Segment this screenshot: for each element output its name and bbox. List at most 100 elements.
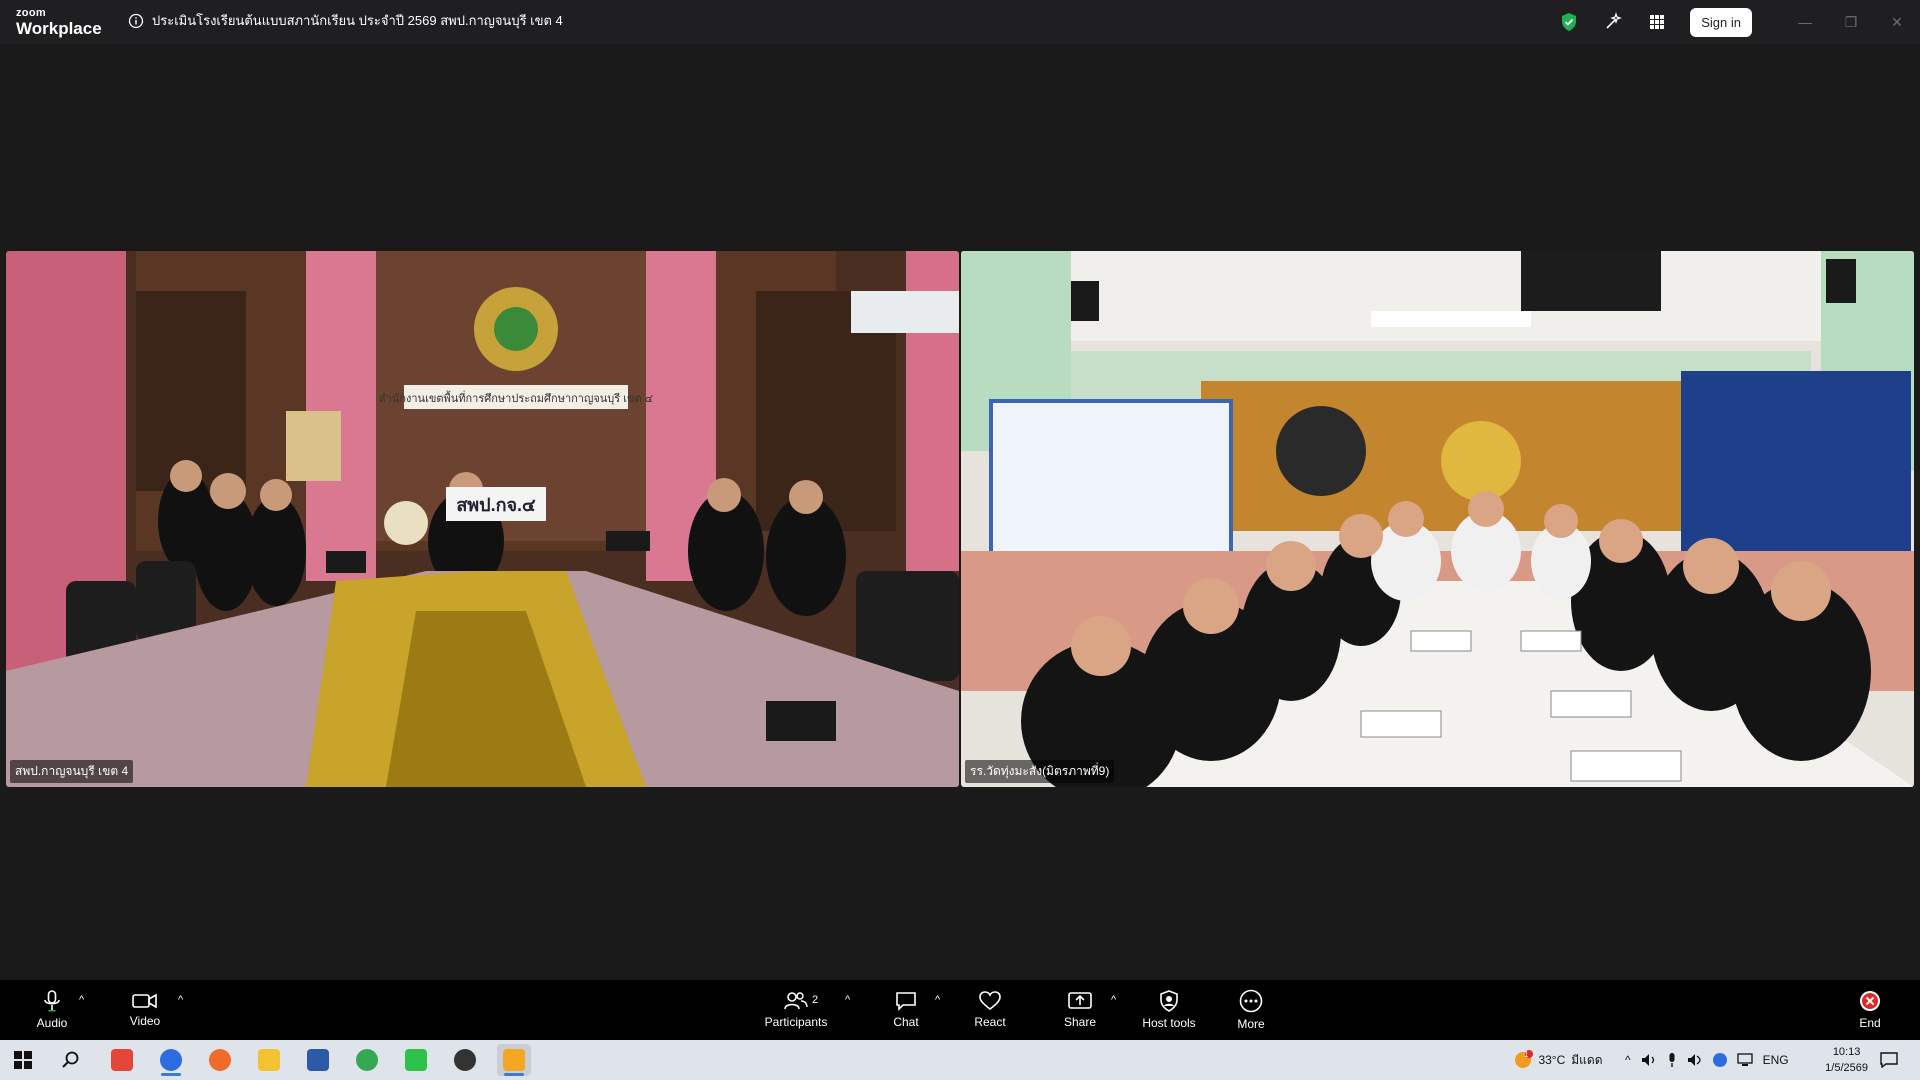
participants-options-caret[interactable]: ^ [845,994,850,1006]
clock-time: 10:13 [1832,1046,1861,1058]
chat-bubble-icon [896,992,916,1011]
folder-icon [258,1049,280,1071]
video-tile-participant[interactable]: รร.วัดทุ่งมะสัง(มิตรภาพที่9) [961,251,1914,787]
video-options-caret[interactable]: ^ [178,994,183,1006]
end-call-icon [1860,991,1880,1011]
weather-text: มีแดด [1571,1052,1603,1067]
participants-button[interactable]: Participants [760,980,832,1040]
share-label: Share [1063,1015,1097,1029]
meeting-info[interactable]: ประเมินโรงเรียนต้นแบบสภานักเรียน ประจำปี… [128,10,563,31]
logo-big-text: Workplace [16,19,102,38]
network-icon[interactable] [1736,1053,1753,1067]
info-icon[interactable] [128,13,144,29]
classroom-video [961,251,1914,787]
participant-name-label: รร.วัดทุ่งมะสัง(มิตรภาพที่9) [965,760,1115,783]
taskbar-app-active[interactable] [497,1044,531,1076]
apps-grid-icon[interactable] [1646,11,1668,33]
microphone-tray-icon[interactable] [1667,1053,1677,1067]
sign-in-button[interactable]: Sign in [1690,7,1752,37]
taskbar-app-firefox[interactable] [203,1044,237,1076]
share-options-caret[interactable]: ^ [1111,994,1116,1006]
video-tile-host[interactable]: สำนักงานเขตพื้นที่การศึกษาประถมศึกษากาญจ… [6,251,959,787]
active-indicator [161,1073,181,1076]
participants-icon [784,992,808,1010]
participants-count: 2 [812,994,819,1006]
weather-widget[interactable]: 1 33°C มีแดด [1512,1040,1603,1080]
video-button[interactable]: Video [120,980,170,1040]
firefox-icon [209,1049,231,1071]
search-icon [62,1051,79,1068]
notification-icon [1880,1052,1898,1068]
meeting-title: ประเมินโรงเรียนต้นแบบสภานักเรียน ประจำปี… [152,13,563,28]
taskbar-app-obs[interactable] [448,1044,482,1076]
notifications-button[interactable] [1872,1044,1906,1076]
participants-label: Participants [764,1015,828,1029]
taskbar-app-zoom[interactable] [154,1044,188,1076]
start-button[interactable] [6,1044,40,1076]
chat-button[interactable]: Chat [886,980,926,1040]
security-shield-icon[interactable] [1558,11,1580,33]
zoom-logo: zoom Workplace [16,7,102,38]
react-button[interactable]: React [970,980,1010,1040]
tray-chevron-icon[interactable]: ^ [1625,1053,1631,1067]
video-stage: สำนักงานเขตพื้นที่การศึกษาประถมศึกษากาญจ… [0,44,1920,980]
chat-options-caret[interactable]: ^ [935,994,940,1006]
clock-date: 1/5/2569 [1825,1062,1868,1074]
zoom-app-icon [160,1049,182,1071]
minimize-button[interactable]: — [1782,0,1828,44]
meeting-controls-bar: Audio ^ Video ^ Participants 2 ^ Chat ^ … [0,980,1920,1040]
host-tools-label: Host tools [1142,1016,1196,1030]
restore-button[interactable]: ❐ [1828,0,1874,44]
share-screen-icon [1068,992,1092,1009]
logo-small-text: zoom [16,7,46,19]
audio-label: Audio [36,1016,68,1030]
microphone-icon [44,990,60,1012]
taskbar-app-swift[interactable] [105,1044,139,1076]
slides-app-icon [503,1049,525,1071]
more-dots-icon [1239,989,1263,1013]
taskbar-clock[interactable]: 10:13 1/5/2569 [1825,1044,1868,1076]
chrome-icon [356,1049,378,1071]
windows-logo-icon [14,1051,32,1069]
swift-app-icon [111,1049,133,1071]
language-indicator[interactable]: ENG [1763,1053,1789,1067]
heart-icon [979,991,1001,1011]
audio-options-caret[interactable]: ^ [79,994,84,1006]
video-camera-icon [132,993,157,1009]
title-bar: zoom Workplace ประเมินโรงเรียนต้นแบบสภาน… [0,0,1920,44]
close-window-button[interactable]: ✕ [1874,0,1920,44]
taskbar-app-line[interactable] [399,1044,433,1076]
volume-icon[interactable] [1687,1053,1703,1067]
active-indicator [504,1073,524,1076]
meeting-room-video: สำนักงานเขตพื้นที่การศึกษาประถมศึกษากาญจ… [6,251,959,787]
zoom-tray-icon[interactable] [1712,1053,1727,1067]
host-tools-button[interactable]: Host tools [1138,980,1200,1040]
obs-icon [454,1049,476,1071]
windows-taskbar: 1 33°C มีแดด ^ ENG 10:13 1/5/2569 [0,1040,1920,1080]
speaker-icon[interactable] [1641,1053,1657,1067]
video-label: Video [129,1014,161,1028]
room-sign-text: สำนักงานเขตพื้นที่การศึกษาประถมศึกษากาญจ… [379,390,653,405]
line-icon [405,1049,427,1071]
taskbar-app-chrome[interactable] [350,1044,384,1076]
end-button[interactable]: End [1852,980,1888,1040]
sun-weather-icon [1515,1050,1533,1068]
taskbar-app-explorer[interactable] [252,1044,286,1076]
end-label: End [1859,1016,1881,1030]
weather-badge: 1 [1524,1049,1529,1059]
more-button[interactable]: More [1232,980,1270,1040]
weather-temp: 33°C [1538,1053,1566,1067]
ai-companion-icon[interactable] [1602,11,1624,33]
share-button[interactable]: Share [1060,980,1100,1040]
participant-name-label: สพป.กาญจนบุรี เขต 4 [10,760,134,783]
react-label: React [974,1015,1006,1029]
audio-button[interactable]: Audio [28,980,76,1040]
system-tray: ^ ENG [1625,1040,1789,1080]
word-icon [307,1049,329,1071]
host-shield-icon [1160,990,1178,1012]
taskbar-search[interactable] [54,1044,88,1076]
taskbar-app-word[interactable] [301,1044,335,1076]
desk-sign-text: สพป.กจ.๔ [456,495,536,515]
more-label: More [1237,1017,1265,1031]
chat-label: Chat [893,1015,919,1029]
